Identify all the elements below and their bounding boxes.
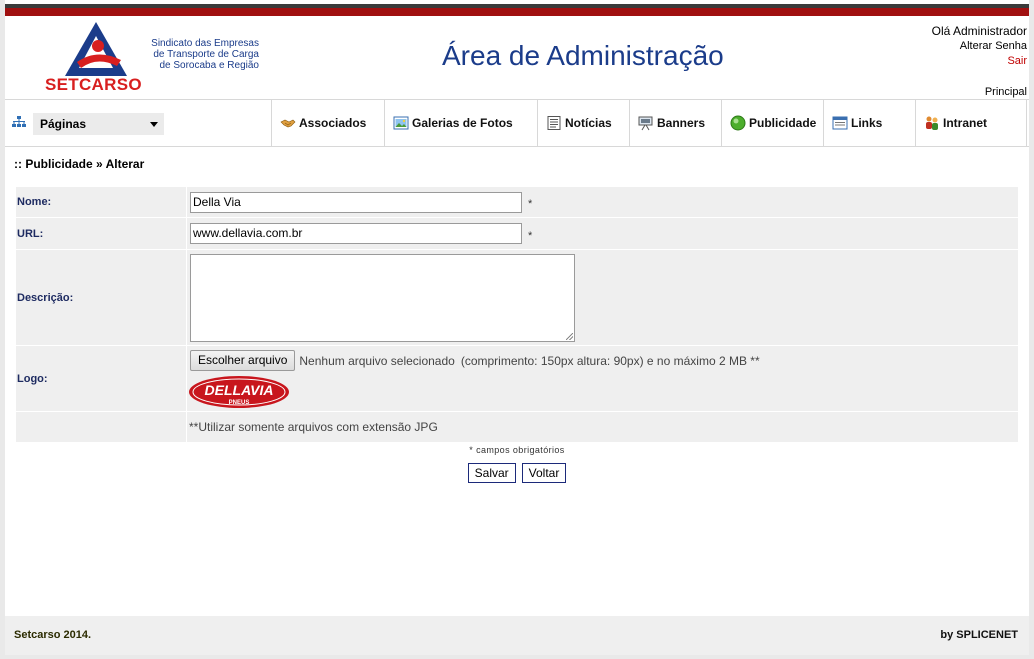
nav-item-label: Banners <box>657 116 706 130</box>
required-fields-note: * campos obrigatórios <box>469 445 565 455</box>
nav-item-associados[interactable]: Associados <box>271 100 384 146</box>
change-password-link[interactable]: Alterar Senha <box>932 39 1027 54</box>
home-link[interactable]: Principal <box>985 86 1027 98</box>
form-actions: Salvar Voltar <box>5 463 1029 483</box>
handshake-icon <box>280 119 296 128</box>
logo-brand: SETCARSO <box>45 75 142 94</box>
admin-page: Sindicato das Empresas de Transporte de … <box>5 0 1029 655</box>
nav-item-intranet[interactable]: Intranet <box>915 100 1027 146</box>
jpg-only-note: **Utilizar somente arquivos com extensão… <box>189 420 438 434</box>
url-input[interactable]: www.dellavia.com.br <box>190 223 522 244</box>
file-status: Nenhum arquivo selecionado <box>299 353 455 368</box>
page-title: Área de Administração <box>442 40 724 71</box>
green-globe-icon <box>730 115 746 131</box>
nav-item-label: Intranet <box>943 116 988 130</box>
logout-link[interactable]: Sair <box>932 54 1027 69</box>
nav-item-noticias[interactable]: Notícias <box>537 100 629 146</box>
name-input[interactable]: Della Via <box>190 191 522 213</box>
url-label: URL: <box>17 227 44 240</box>
links-window-icon <box>832 116 848 130</box>
nav-item-label: Links <box>851 116 883 130</box>
back-button[interactable]: Voltar <box>521 463 567 483</box>
breadcrumb: :: Publicidade » Alterar <box>14 157 145 171</box>
file-size-hint: (comprimento: 150px altura: 90px) e no m… <box>460 353 760 368</box>
choose-file-button[interactable]: Escolher arquivo <box>190 350 296 371</box>
note-field-cell: **Utilizar somente arquivos com extensão… <box>186 412 1018 442</box>
news-icon <box>547 116 561 130</box>
pages-dropdown-label: Páginas <box>40 117 87 131</box>
footer-credit[interactable]: by SPLICENET <box>940 629 1018 641</box>
logo-org-name: Sindicato das Empresas de Transporte de … <box>139 38 259 71</box>
form-row-name: Nome: Della Via * <box>16 187 1018 218</box>
logo-image-brand: DELLAVIA <box>205 382 274 398</box>
users-group-icon <box>926 116 938 130</box>
url-field-cell: www.dellavia.com.br * <box>186 218 1018 249</box>
logo-label: Logo: <box>17 372 48 385</box>
form-row-url: URL: www.dellavia.com.br * <box>16 218 1018 250</box>
nav-item-label: Notícias <box>565 116 612 130</box>
pages-dropdown[interactable]: Páginas <box>33 113 164 135</box>
nav-item-banners[interactable]: Banners <box>629 100 721 146</box>
save-button[interactable]: Salvar <box>467 463 516 483</box>
nav-item-galerias[interactable]: Galerias de Fotos <box>384 100 537 146</box>
name-label: Nome: <box>17 196 52 208</box>
file-picker: Escolher arquivo Nenhum arquivo selecion… <box>190 350 760 371</box>
top-accent-bar <box>5 8 1029 16</box>
photo-gallery-icon <box>393 116 409 130</box>
nav-item-links[interactable]: Links <box>823 100 915 146</box>
chevron-down-icon <box>150 122 158 127</box>
nav-item-label: Associados <box>299 116 367 130</box>
logo-org-line: de Transporte de Carga <box>153 49 259 60</box>
nav-item-publicidade[interactable]: Publicidade <box>721 100 823 146</box>
name-field-cell: Della Via * <box>186 187 1018 217</box>
user-greeting: Olá Administrador <box>931 24 1027 38</box>
advertising-edit-form: Nome: Della Via * URL: www.dellavia.com.… <box>16 187 1018 443</box>
resize-grip-icon[interactable] <box>566 332 573 340</box>
note-label-empty <box>16 412 186 442</box>
main-nav: Páginas Associados Galerias de Fotos Not… <box>5 99 1029 147</box>
required-marker: * <box>528 198 533 210</box>
logo-field-cell: Escolher arquivo Nenhum arquivo selecion… <box>186 346 1018 411</box>
nav-menu: Associados Galerias de Fotos Notícias Ba… <box>271 100 1027 146</box>
logo-org-line: de Sorocaba e Região <box>159 60 259 71</box>
description-field-cell <box>186 250 1018 345</box>
form-row-logo: Logo: Escolher arquivo Nenhum arquivo se… <box>16 346 1018 412</box>
footer-copyright: Setcarso 2014. <box>14 629 92 641</box>
description-textarea[interactable] <box>190 253 575 342</box>
logo-org-line: Sindicato das Empresas <box>151 38 259 49</box>
description-label: Descrição: <box>17 291 74 304</box>
user-box: Olá Administrador Alterar Senha Sair <box>932 24 1027 69</box>
required-marker: * <box>528 229 533 242</box>
nav-item-label: Galerias de Fotos <box>412 116 513 130</box>
form-row-description: Descrição: <box>16 250 1018 346</box>
nav-item-label: Publicidade <box>749 116 817 130</box>
sitemap-icon <box>12 116 26 127</box>
banner-projector-icon <box>638 116 653 131</box>
logo-image-sub: PNEUS <box>229 400 250 406</box>
footer: Setcarso 2014. by SPLICENET <box>5 616 1029 655</box>
current-logo-image: DELLAVIA PNEUS <box>189 376 289 408</box>
form-row-note: **Utilizar somente arquivos com extensão… <box>16 412 1018 443</box>
